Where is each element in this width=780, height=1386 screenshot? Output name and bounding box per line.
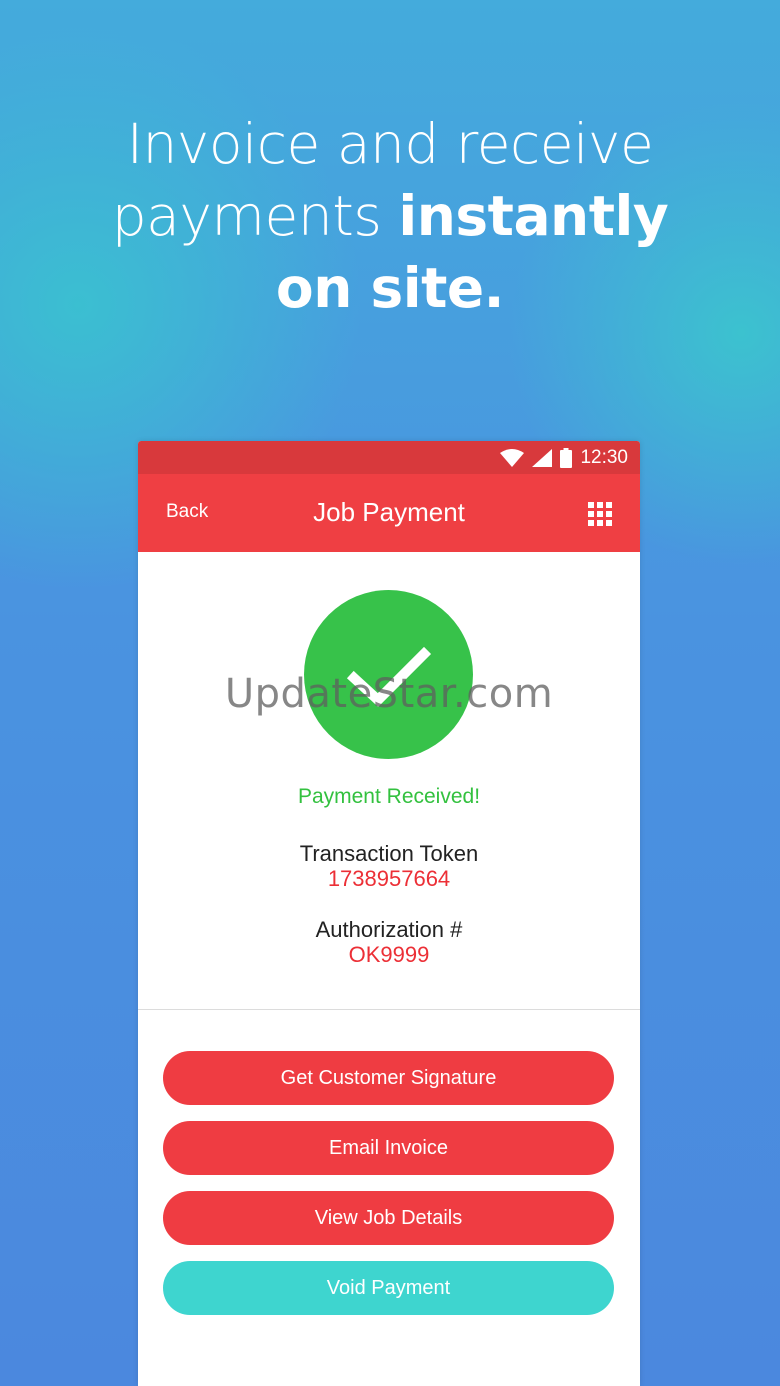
authorization-label: Authorization #: [315, 917, 463, 942]
signal-icon: [532, 448, 553, 467]
transaction-token-label: Transaction Token: [299, 841, 479, 866]
headline-line-3: on site.: [275, 256, 505, 320]
status-time: 12:30: [580, 446, 628, 468]
view-job-details-button[interactable]: View Job Details: [163, 1191, 614, 1245]
grid-icon[interactable]: [588, 502, 612, 526]
void-payment-button[interactable]: Void Payment: [163, 1261, 614, 1315]
authorization-value: OK9999: [348, 942, 430, 967]
promo-headline: Invoice and receive payments instantly o…: [0, 108, 780, 324]
page-title: Job Payment: [313, 497, 465, 527]
get-customer-signature-button[interactable]: Get Customer Signature: [163, 1051, 614, 1105]
transaction-token-value: 1738957664: [327, 866, 451, 891]
status-bar: 12:30: [138, 441, 640, 474]
battery-icon: [560, 447, 573, 468]
email-invoice-button[interactable]: Email Invoice: [163, 1121, 614, 1175]
watermark: UpdateStar.com: [224, 671, 554, 717]
wifi-icon: [500, 448, 525, 467]
app-bar: Back Job Payment: [138, 474, 640, 552]
divider: [138, 1009, 640, 1010]
headline-line-2-light: payments: [111, 184, 399, 248]
payment-status: Payment Received!: [297, 785, 481, 808]
headline-line-2: payments instantly: [0, 180, 780, 252]
headline-line-1: Invoice and receive: [126, 112, 654, 176]
phone-screen: 12:30 Back Job Payment UpdateStar.com Pa…: [138, 441, 640, 1386]
headline-line-2-bold: instantly: [398, 184, 669, 248]
